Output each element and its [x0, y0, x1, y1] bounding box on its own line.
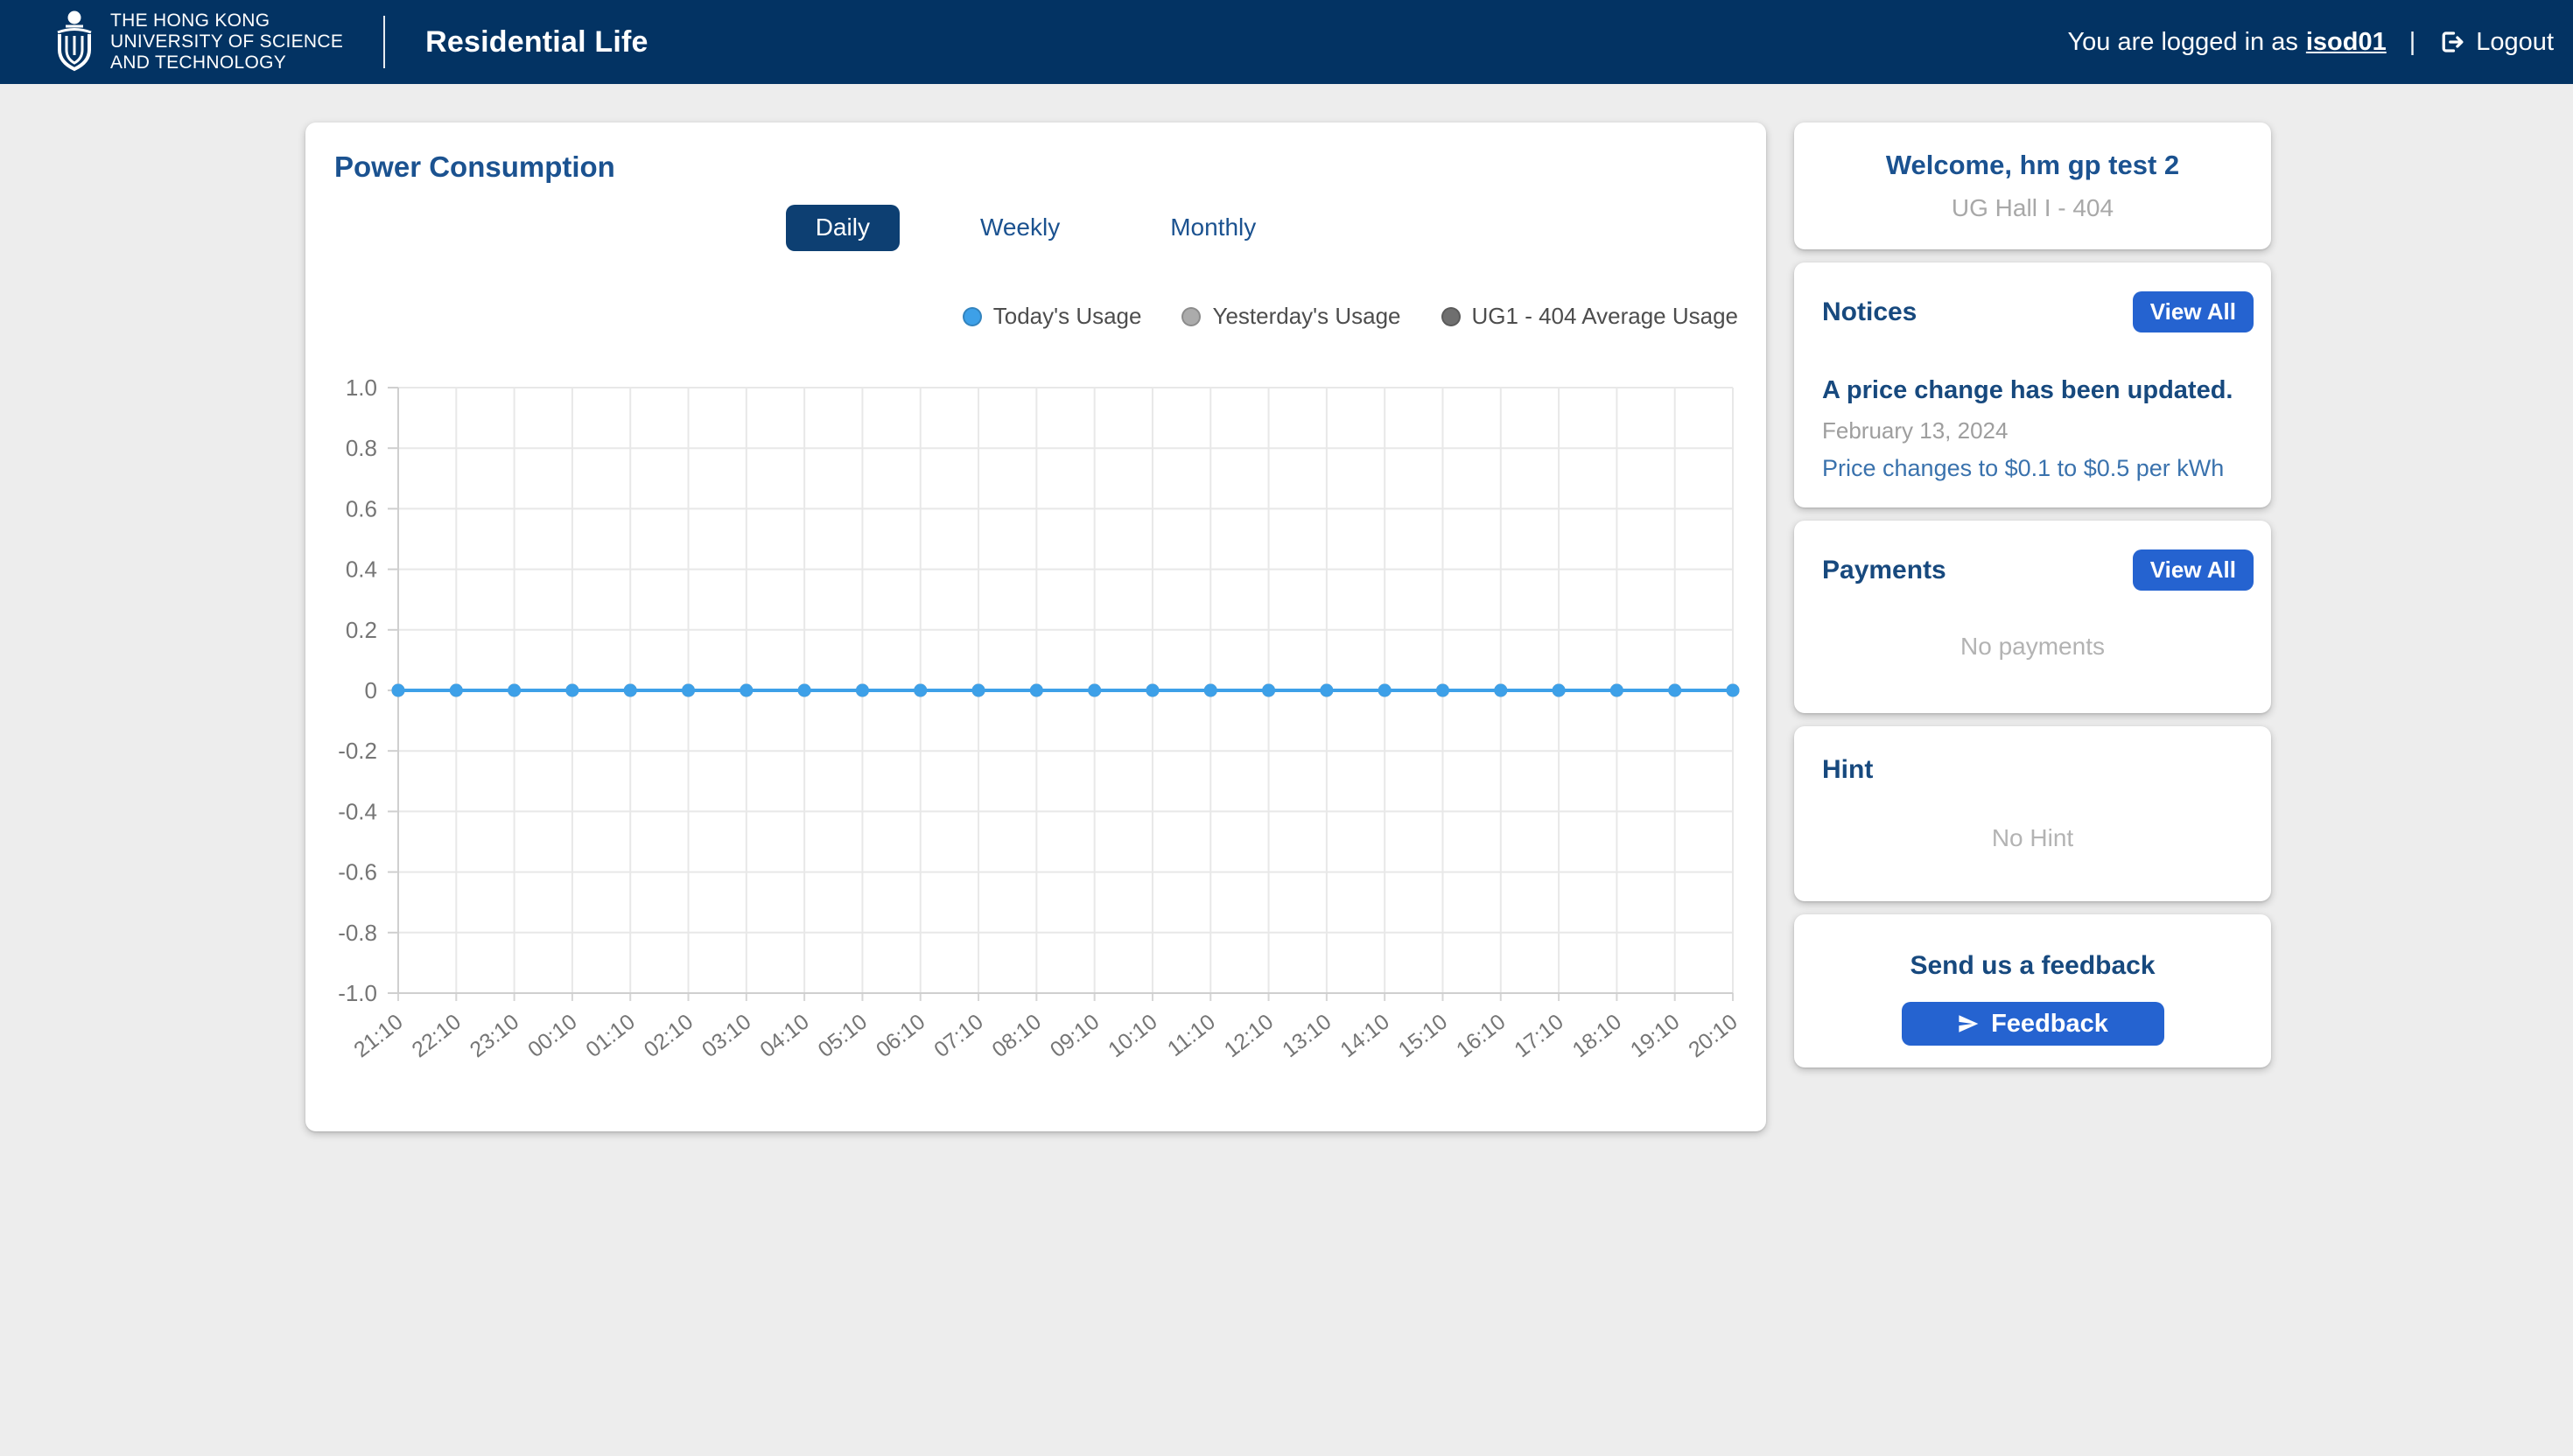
svg-text:19:10: 19:10: [1626, 1010, 1685, 1063]
svg-text:-1.0: -1.0: [338, 980, 377, 1006]
notice-link[interactable]: Price changes to $0.1 to $0.5 per kWh: [1822, 455, 2243, 482]
hint-empty-text: No Hint: [1991, 824, 2074, 851]
university-name-line3: AND TECHNOLOGY: [110, 52, 287, 73]
svg-text:05:10: 05:10: [814, 1010, 873, 1063]
hint-card: Hint No Hint: [1794, 726, 2271, 901]
svg-text:1.0: 1.0: [346, 374, 377, 401]
top-navbar: THE HONG KONG UNIVERSITY OF SCIENCE AND …: [0, 0, 2573, 84]
svg-text:21:10: 21:10: [349, 1010, 408, 1063]
svg-text:10:10: 10:10: [1104, 1010, 1162, 1063]
tab-weekly[interactable]: Weekly: [950, 205, 1090, 251]
svg-text:18:10: 18:10: [1568, 1010, 1627, 1063]
university-name-line2: UNIVERSITY OF SCIENCE: [110, 32, 344, 52]
usage-chart[interactable]: 21:10 22:10 23:10 00:10 01:10 02:10 03:10 04:10…: [305, 372, 1766, 1085]
svg-text:20:10: 20:10: [1684, 1010, 1742, 1063]
power-consumption-card: Power Consumption Daily Weekly Monthly Tod…: [305, 122, 1766, 1131]
navbar-divider: [383, 16, 386, 68]
legend-dot-icon: [962, 306, 982, 326]
legend-label: Yesterday's Usage: [1212, 303, 1401, 329]
notice-list-item[interactable]: A price change has been updated. Februar…: [1822, 376, 2243, 482]
logout-icon: [2442, 32, 2464, 52]
chart-legend: Today's Usage Yesterday's Usage UG1 - 404 …: [962, 303, 1738, 330]
svg-text:02:10: 02:10: [640, 1010, 698, 1063]
svg-text:0.8: 0.8: [346, 435, 377, 461]
svg-text:03:10: 03:10: [698, 1010, 756, 1063]
university-name: THE HONG KONG UNIVERSITY OF SCIENCE AND …: [110, 10, 343, 74]
svg-text:09:10: 09:10: [1046, 1010, 1104, 1063]
tab-monthly[interactable]: Monthly: [1140, 205, 1286, 251]
session-separator: |: [2408, 27, 2416, 56]
university-name-line1: THE HONG KONG: [110, 10, 270, 31]
notices-card: Notices View All A price change has been…: [1794, 262, 2271, 508]
svg-text:13:10: 13:10: [1278, 1010, 1336, 1063]
svg-text:-0.6: -0.6: [338, 859, 377, 886]
welcome-card: Welcome, hm gp test 2 UG Hall I - 404: [1794, 122, 2271, 249]
payments-view-all-button[interactable]: View All: [2132, 550, 2254, 592]
chart-title: Power Consumption: [334, 150, 615, 183]
svg-text:12:10: 12:10: [1220, 1010, 1279, 1063]
login-status-text: You are logged in as: [2067, 27, 2298, 56]
notices-view-all-button[interactable]: View All: [2132, 291, 2254, 333]
username-link[interactable]: isod01: [2306, 28, 2387, 57]
payments-title: Payments: [1822, 555, 1946, 584]
feedback-button[interactable]: Feedback: [1901, 1002, 2164, 1046]
svg-text:22:10: 22:10: [407, 1010, 466, 1063]
svg-text:17:10: 17:10: [1510, 1010, 1568, 1063]
svg-text:0.2: 0.2: [346, 617, 377, 643]
svg-text:0: 0: [365, 677, 377, 704]
payments-empty-text: No payments: [1960, 633, 2105, 660]
svg-text:-0.8: -0.8: [338, 920, 377, 946]
svg-text:04:10: 04:10: [755, 1010, 814, 1063]
app-title: Residential Life: [425, 24, 649, 59]
tab-daily[interactable]: Daily: [785, 205, 900, 251]
svg-text:16:10: 16:10: [1452, 1010, 1511, 1063]
notice-date: February 13, 2024: [1822, 417, 2009, 444]
send-icon: [1959, 1015, 1979, 1032]
logout-button[interactable]: Logout: [2438, 28, 2554, 57]
svg-text:-0.2: -0.2: [338, 738, 377, 764]
feedback-card: Send us a feedback Feedback: [1794, 914, 2271, 1068]
hkust-logo-icon: [57, 10, 92, 72]
svg-text:-0.4: -0.4: [338, 798, 377, 824]
period-tabs: Daily Weekly Monthly: [305, 205, 1766, 251]
feedback-button-label: Feedback: [1991, 1009, 2108, 1038]
notices-title: Notices: [1822, 297, 1917, 326]
welcome-title: Welcome, hm gp test 2: [1885, 150, 2180, 180]
svg-text:11:10: 11:10: [1163, 1010, 1220, 1061]
notice-title: A price change has been updated.: [1822, 376, 2233, 404]
feedback-card-title: Send us a feedback: [1910, 951, 2156, 980]
legend-dot-icon: [1441, 306, 1461, 326]
hint-header: Hint: [1822, 755, 2254, 785]
svg-text:08:10: 08:10: [988, 1010, 1047, 1063]
legend-item[interactable]: UG1 - 404 Average Usage: [1441, 303, 1738, 330]
session-area: You are logged in as isod01 | Logout: [2068, 28, 2573, 57]
legend-item[interactable]: Yesterday's Usage: [1181, 303, 1401, 330]
legend-label: Today's Usage: [992, 303, 1142, 329]
svg-text:0.6: 0.6: [346, 495, 377, 522]
logout-label: Logout: [2476, 27, 2554, 56]
payments-card: Payments View All No payments: [1794, 521, 2271, 713]
svg-text:23:10: 23:10: [466, 1010, 524, 1063]
svg-text:06:10: 06:10: [872, 1010, 930, 1063]
notices-header: Notices View All: [1822, 291, 2254, 333]
payments-header: Payments View All: [1822, 550, 2254, 592]
svg-text:15:10: 15:10: [1394, 1010, 1453, 1063]
hint-title: Hint: [1822, 755, 1874, 784]
brand-area[interactable]: THE HONG KONG UNIVERSITY OF SCIENCE AND …: [0, 0, 649, 84]
svg-text:00:10: 00:10: [523, 1010, 582, 1063]
svg-text:14:10: 14:10: [1336, 1010, 1394, 1063]
svg-text:0.4: 0.4: [346, 556, 377, 583]
svg-text:07:10: 07:10: [929, 1010, 988, 1063]
room-assignment: UG Hall I - 404: [1951, 194, 2114, 221]
legend-item[interactable]: Today's Usage: [962, 303, 1142, 330]
legend-label: UG1 - 404 Average Usage: [1471, 303, 1738, 329]
svg-text:01:10: 01:10: [581, 1010, 640, 1063]
legend-dot-icon: [1181, 306, 1202, 326]
